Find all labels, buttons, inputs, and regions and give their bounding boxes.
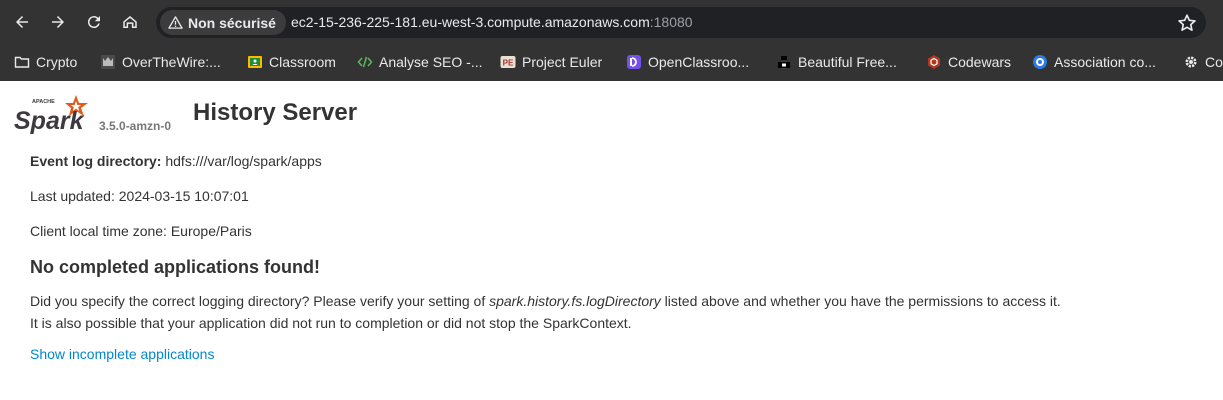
gear-favicon: [1183, 54, 1199, 70]
security-label: Non sécurisé: [188, 14, 276, 31]
home-button[interactable]: [116, 8, 144, 36]
reload-button[interactable]: [80, 8, 108, 36]
event-log-value: hdfs:///var/log/spark/apps: [161, 153, 322, 169]
bookmark-classroom[interactable]: Classroom: [247, 49, 336, 75]
security-indicator[interactable]: Non sécurisé: [160, 10, 286, 35]
bookmark-label: Classroom: [269, 54, 336, 70]
warning-triangle-icon: [168, 16, 183, 29]
history-server-page: APACHE Spark 3.5.0-amzn-0 History Server…: [0, 81, 1223, 400]
unsplash-favicon: [776, 54, 792, 70]
last-updated: Last updated: 2024-03-15 10:07:01: [30, 188, 249, 204]
bookmark-label: OpenClassroo...: [648, 54, 750, 70]
folder-icon: [14, 54, 30, 70]
url-port: :18080: [649, 14, 693, 30]
bookmark-association[interactable]: Association co...: [1032, 49, 1156, 75]
bookmark-label: Codewars: [948, 54, 1012, 70]
bookmark-crypto[interactable]: Crypto: [14, 49, 77, 75]
back-button[interactable]: [8, 8, 36, 36]
logo-apache-text: APACHE: [32, 99, 55, 105]
browser-toolbar: Non sécurisé ec2-15-236-225-181.eu-west-…: [0, 0, 1223, 44]
bookmark-codewars[interactable]: Codewars: [926, 49, 1011, 75]
bookmark-co[interactable]: Co: [1183, 49, 1223, 75]
bookmark-star-icon[interactable]: [1176, 12, 1198, 34]
bookmark-label: OverTheWire:...: [122, 54, 221, 70]
last-updated-value: 2024-03-15 10:07:01: [118, 188, 249, 204]
bookmark-label: Association co...: [1054, 54, 1156, 70]
no-apps-message: Did you specify the correct logging dire…: [30, 290, 1061, 334]
classroom-favicon: [247, 54, 263, 70]
code-favicon: [357, 54, 373, 70]
bookmark-beautiful-free[interactable]: Beautiful Free...: [776, 49, 897, 75]
bookmark-label: Project Euler: [522, 54, 603, 70]
logo-spark-text: Spark: [14, 107, 85, 134]
home-icon: [123, 16, 137, 28]
setting-name: spark.history.fs.logDirectory: [489, 293, 661, 309]
url-host: ec2-15-236-225-181.eu-west-3.compute.ama…: [291, 14, 650, 30]
openclassrooms-favicon: [626, 54, 642, 70]
project-euler-favicon: PE: [500, 54, 516, 70]
bookmark-label: Beautiful Free...: [798, 54, 897, 70]
event-log-label: Event log directory:: [30, 153, 162, 169]
event-log-directory: Event log directory: hdfs:///var/log/spa…: [30, 153, 322, 169]
timezone-value: Europe/Paris: [170, 223, 252, 239]
message-text-3: It is also possible that your applicatio…: [30, 315, 632, 331]
timezone-label: Client local time zone:: [30, 223, 171, 239]
bookmarks-bar: Crypto OverTheWire:... Classroom Analyse…: [0, 44, 1223, 81]
bookmark-project-euler[interactable]: PE Project Euler: [500, 49, 602, 75]
bookmark-label: Co: [1205, 54, 1223, 70]
svg-text:PE: PE: [503, 59, 514, 68]
codewars-favicon: [926, 54, 942, 70]
last-updated-label: Last updated:: [30, 188, 119, 204]
bookmark-openclassrooms[interactable]: OpenClassroo...: [626, 49, 749, 75]
arrow-left-icon: [16, 16, 28, 28]
page-title: History Server: [193, 99, 358, 126]
association-favicon: [1032, 54, 1048, 70]
spark-version: 3.5.0-amzn-0: [99, 119, 172, 133]
reload-icon: [87, 16, 100, 29]
url-text[interactable]: ec2-15-236-225-181.eu-west-3.compute.ama…: [291, 7, 693, 38]
arrow-right-icon: [52, 16, 64, 28]
no-apps-heading: No completed applications found!: [30, 257, 321, 277]
client-time-zone: Client local time zone: Europe/Paris: [30, 223, 252, 239]
browser-chrome: Non sécurisé ec2-15-236-225-181.eu-west-…: [0, 0, 1223, 81]
bookmark-overthewire[interactable]: OverTheWire:...: [100, 49, 221, 75]
show-incomplete-applications-link[interactable]: Show incomplete applications: [30, 346, 214, 362]
forward-button[interactable]: [44, 8, 72, 36]
address-bar[interactable]: Non sécurisé ec2-15-236-225-181.eu-west-…: [156, 7, 1206, 38]
message-text-2: listed above and whether you have the pe…: [660, 293, 1061, 309]
message-text-1: Did you specify the correct logging dire…: [30, 293, 490, 309]
spark-logo[interactable]: APACHE Spark: [14, 94, 96, 134]
bookmark-label: Analyse SEO -...: [379, 54, 483, 70]
bookmark-label: Crypto: [36, 54, 78, 70]
bookmark-analyse-seo[interactable]: Analyse SEO -...: [357, 49, 482, 75]
overthewire-favicon: [100, 54, 116, 70]
